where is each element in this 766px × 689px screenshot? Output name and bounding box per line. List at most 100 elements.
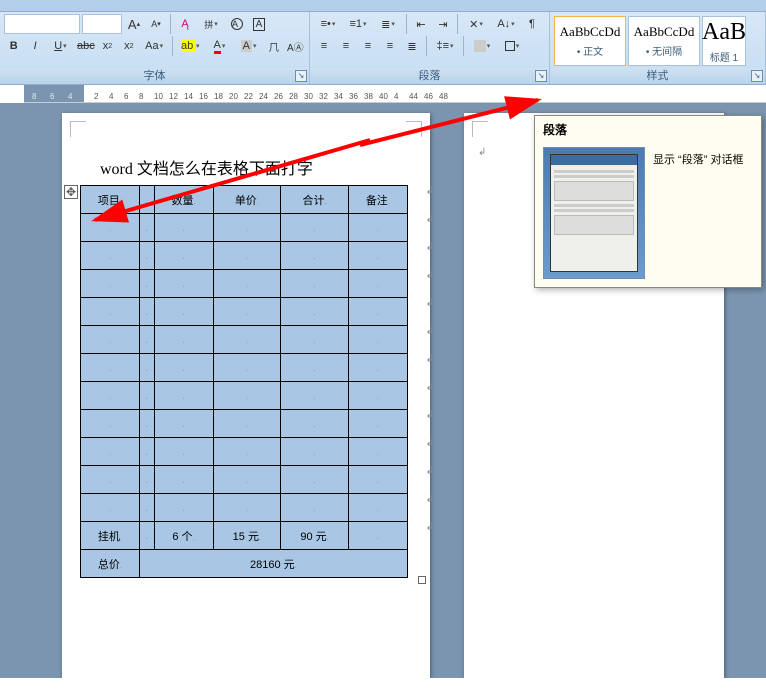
table-cell[interactable]: . <box>154 410 213 438</box>
styles-dialog-launcher[interactable]: ↘ <box>751 70 763 82</box>
table-cell[interactable]: . <box>281 438 349 466</box>
table-cell[interactable]: . <box>81 494 140 522</box>
table-cell[interactable]: . <box>348 270 407 298</box>
table-cell[interactable]: . <box>348 354 407 382</box>
table-cell[interactable]: 6 个. <box>154 522 213 550</box>
table-cell[interactable]: . <box>348 522 407 550</box>
table-cell[interactable]: . <box>154 326 213 354</box>
table-cell[interactable]: . <box>281 214 349 242</box>
paragraph-dialog-launcher[interactable]: ↘ <box>535 70 547 82</box>
decrease-indent-button[interactable]: ⇤ <box>411 14 431 34</box>
char-border-button[interactable]: A <box>249 14 269 34</box>
table-cell[interactable]: . <box>140 494 155 522</box>
table-cell[interactable]: . <box>81 326 140 354</box>
table-cell[interactable]: 备注. <box>348 186 407 214</box>
font-size-combo[interactable] <box>82 14 122 34</box>
table-cell[interactable]: . <box>213 326 281 354</box>
style-heading1[interactable]: AaB 标题 1 <box>702 16 746 66</box>
table-cell[interactable]: . <box>281 410 349 438</box>
table-cell[interactable]: . <box>281 270 349 298</box>
show-marks-button[interactable]: ¶ <box>522 14 542 34</box>
table-cell[interactable]: . <box>281 242 349 270</box>
table-cell[interactable]: 项目. <box>81 186 140 214</box>
table-cell[interactable]: . <box>140 270 155 298</box>
table-cell[interactable]: . <box>213 354 281 382</box>
table-cell[interactable]: . <box>81 438 140 466</box>
document-page-1[interactable]: word 文档怎么在表格下面打字 ✥ 项目..数量.单价.合计.备注.↲....… <box>62 113 430 678</box>
table-cell[interactable]: . <box>213 242 281 270</box>
table-cell[interactable]: . <box>154 242 213 270</box>
table-cell[interactable]: 数量. <box>154 186 213 214</box>
multilevel-button[interactable]: ≣▾ <box>374 14 402 34</box>
table-cell[interactable]: . <box>213 466 281 494</box>
table-cell[interactable]: . <box>154 466 213 494</box>
align-right-button[interactable]: ≡ <box>358 36 378 56</box>
table-cell[interactable]: . <box>154 270 213 298</box>
table-cell[interactable]: . <box>140 382 155 410</box>
table-cell[interactable]: . <box>213 214 281 242</box>
table-cell[interactable]: . <box>213 438 281 466</box>
strikethrough-button[interactable]: abc <box>76 36 96 56</box>
table-cell[interactable]: . <box>213 270 281 298</box>
table-resize-handle[interactable] <box>418 576 426 584</box>
distribute-button[interactable]: ≣ <box>402 36 422 56</box>
table-cell[interactable]: . <box>154 382 213 410</box>
table-cell[interactable]: 总价. <box>81 550 140 578</box>
table-cell[interactable]: . <box>81 242 140 270</box>
table-cell[interactable]: . <box>213 298 281 326</box>
align-center-button[interactable]: ≡ <box>336 36 356 56</box>
table-cell[interactable]: . <box>81 382 140 410</box>
shading-button[interactable]: ▾ <box>468 36 496 56</box>
highlight-button[interactable]: ab▾ <box>177 36 204 56</box>
table-cell[interactable]: . <box>281 298 349 326</box>
table-cell[interactable]: . <box>81 270 140 298</box>
table-cell[interactable]: . <box>348 494 407 522</box>
table-cell[interactable]: . <box>348 214 407 242</box>
line-spacing-button[interactable]: ‡≡▾ <box>431 36 459 56</box>
align-left-button[interactable]: ≡ <box>314 36 334 56</box>
table-cell[interactable]: . <box>281 354 349 382</box>
table-cell[interactable]: . <box>140 522 155 550</box>
document-table[interactable]: 项目..数量.单价.合计.备注.↲......↲......↲......↲..… <box>80 185 410 578</box>
superscript-button[interactable]: x2 <box>119 36 138 56</box>
table-cell[interactable]: . <box>281 466 349 494</box>
vertical-ruler[interactable] <box>0 103 24 678</box>
table-cell[interactable]: . <box>140 438 155 466</box>
table-cell[interactable]: . <box>81 214 140 242</box>
table-cell[interactable]: . <box>348 298 407 326</box>
phonetic-guide-button[interactable]: 拼▾ <box>197 14 225 34</box>
style-normal[interactable]: AaBbCcDd • 正文 <box>554 16 626 66</box>
table-cell[interactable]: . <box>140 298 155 326</box>
justify-button[interactable]: ≡ <box>380 36 400 56</box>
bold-button[interactable]: B <box>4 36 23 56</box>
table-cell[interactable]: . <box>140 354 155 382</box>
table-cell[interactable]: 15 元. <box>213 522 281 550</box>
table-cell[interactable]: . <box>154 214 213 242</box>
clear-format-button[interactable]: Ą <box>175 14 195 34</box>
table-cell[interactable]: . <box>213 382 281 410</box>
table-cell[interactable]: . <box>154 494 213 522</box>
numbering-button[interactable]: ≡1▾ <box>344 14 372 34</box>
table-cell[interactable]: . <box>348 326 407 354</box>
font-color-button[interactable]: A▾ <box>206 36 233 56</box>
table-cell[interactable]: 28160 元. <box>140 550 408 578</box>
asian-layout-button[interactable]: ⺇ <box>264 36 283 56</box>
table-cell[interactable]: . <box>348 438 407 466</box>
table-cell[interactable]: . <box>140 186 155 214</box>
style-nospacing[interactable]: AaBbCcDd • 无间隔 <box>628 16 700 66</box>
table-cell[interactable]: . <box>140 466 155 494</box>
table-cell[interactable]: . <box>81 466 140 494</box>
table-cell[interactable]: 单价. <box>213 186 281 214</box>
table-cell[interactable]: . <box>348 242 407 270</box>
table-cell[interactable]: . <box>81 354 140 382</box>
table-cell[interactable]: . <box>154 354 213 382</box>
borders-button[interactable]: ▾ <box>498 36 526 56</box>
table-cell[interactable]: . <box>348 382 407 410</box>
asian-linebreak-button[interactable]: ✕▾ <box>462 14 490 34</box>
table-cell[interactable]: . <box>281 494 349 522</box>
change-case-button[interactable]: Aa▾ <box>141 36 168 56</box>
table-cell[interactable]: . <box>140 242 155 270</box>
enclose-char-button[interactable]: A <box>227 14 247 34</box>
sort-button[interactable]: A↓▾ <box>492 14 520 34</box>
grow-font-button[interactable]: A▴ <box>124 14 144 34</box>
